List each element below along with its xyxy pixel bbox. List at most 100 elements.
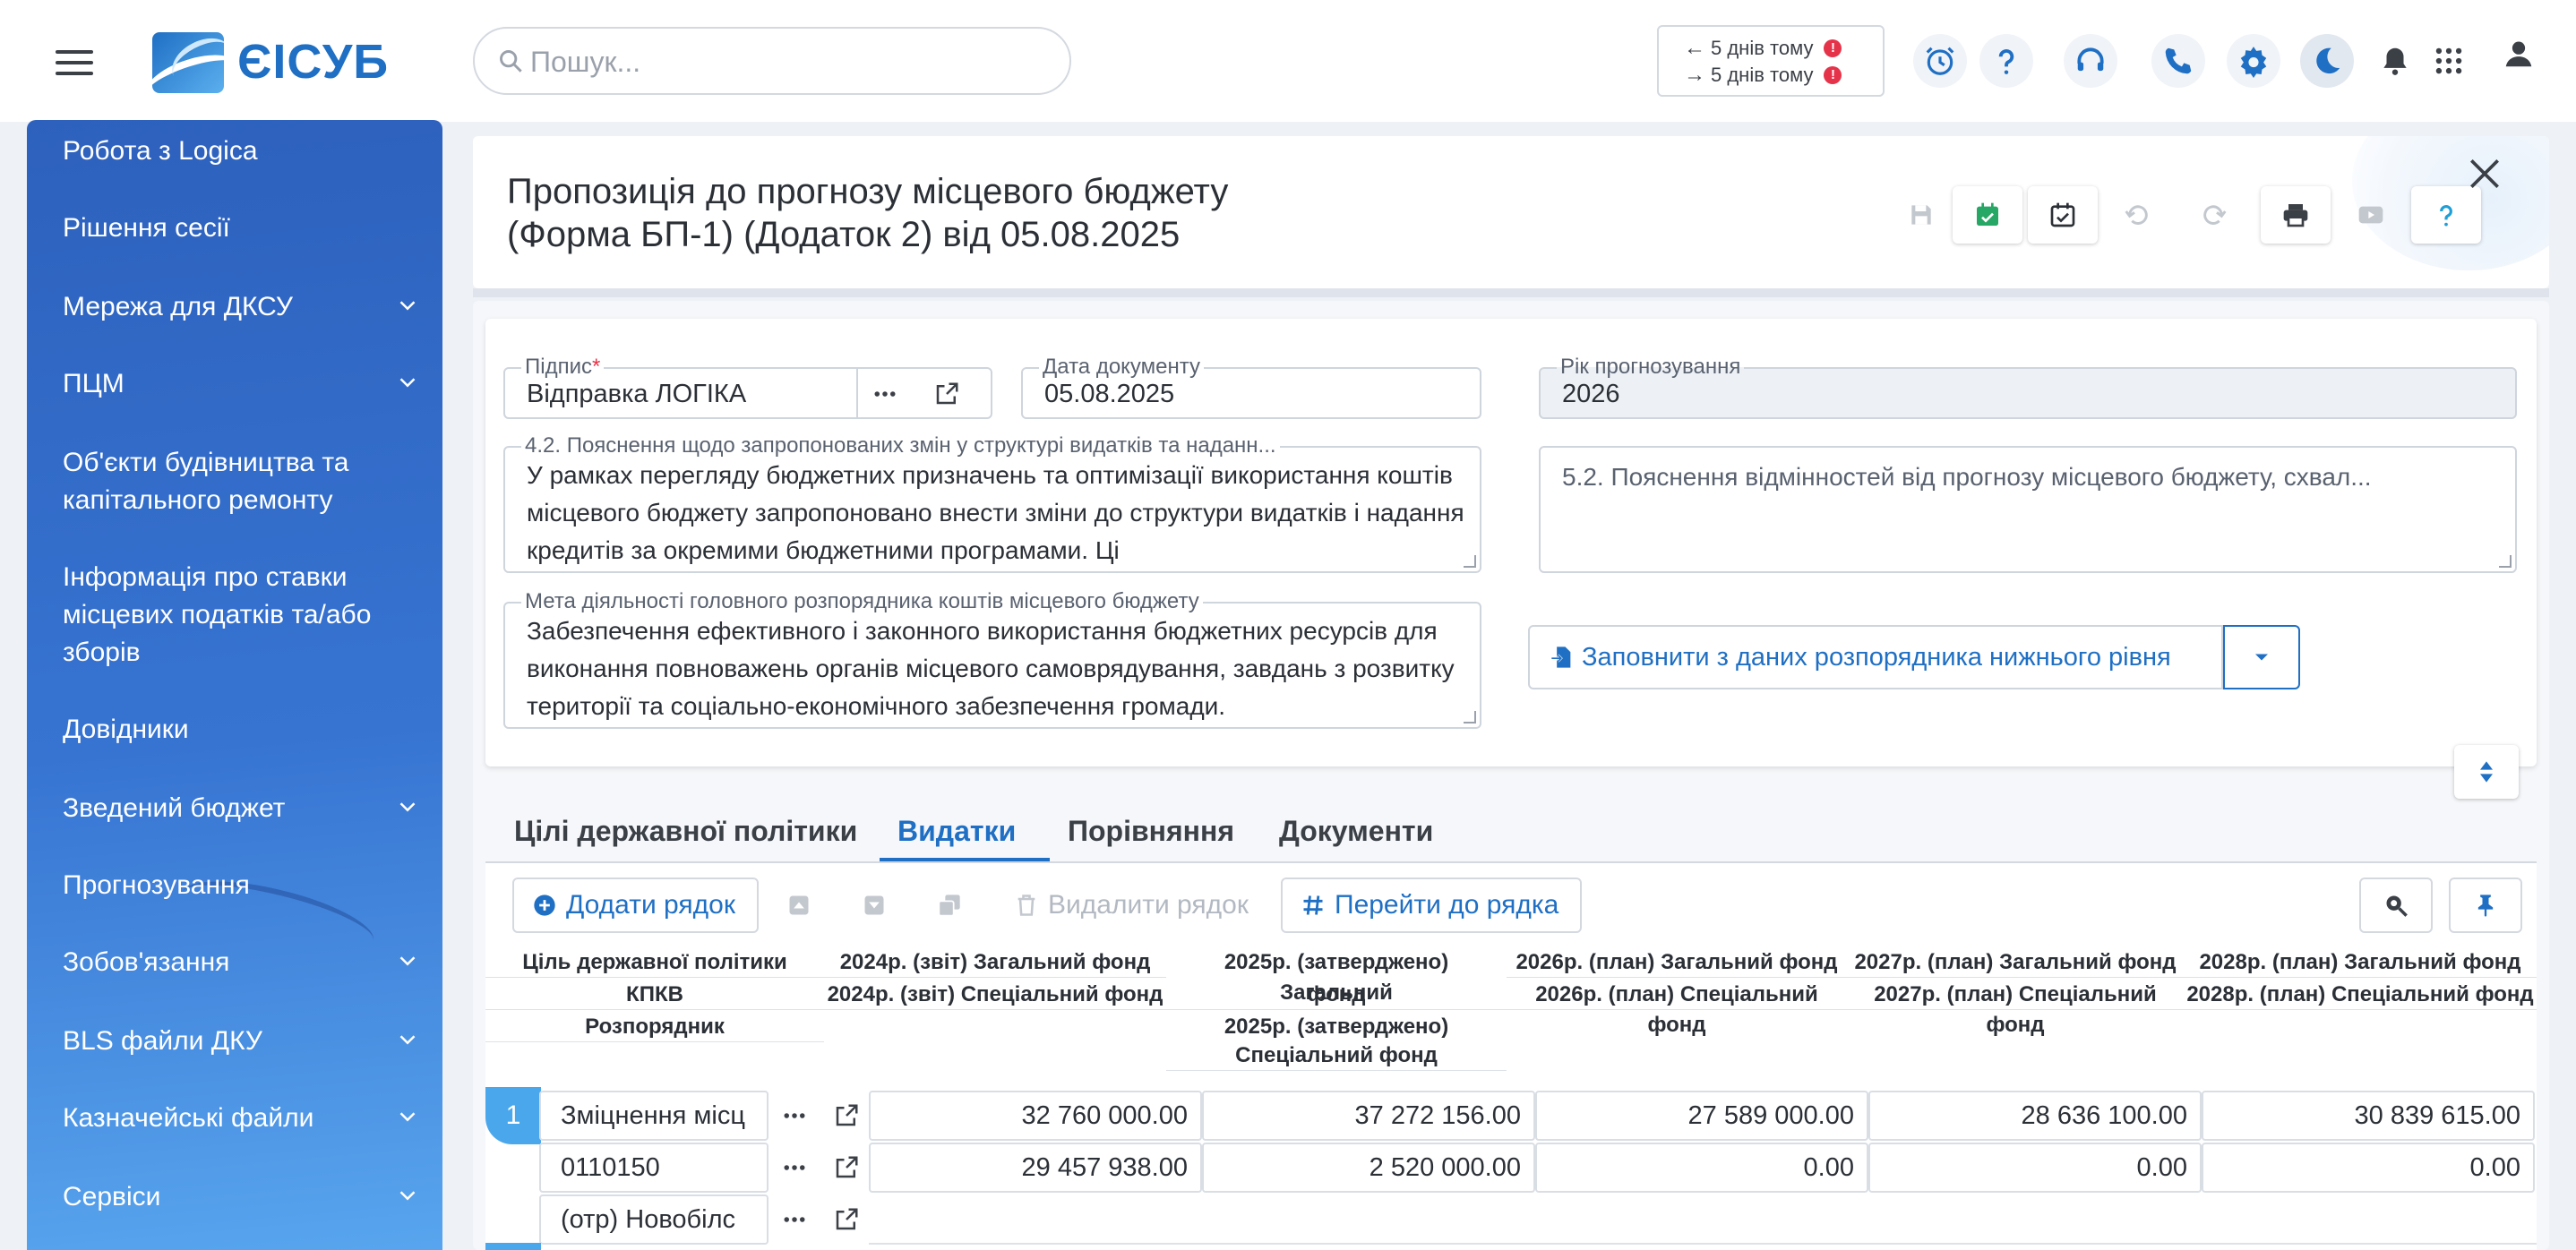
move-down-button[interactable]: [847, 878, 901, 933]
video-button[interactable]: [2336, 186, 2406, 244]
column-header[interactable]: Спеціальний фонд: [1166, 1040, 1507, 1071]
explanation-4-2-textarea[interactable]: 4.2. Пояснення щодо запропонованих змін …: [503, 433, 1481, 573]
phone-icon[interactable]: [2151, 34, 2205, 88]
search-grid-button[interactable]: [2359, 878, 2433, 933]
sync-status[interactable]: ← 5 днів тому ! → 5 днів тому !: [1657, 25, 1885, 97]
column-header[interactable]: 2024р. (звіт) Спеціальний фонд: [824, 980, 1166, 1010]
document-body: Підпис* Відправка ЛОГІКА Дата документу …: [473, 301, 2549, 1250]
goal-cell[interactable]: Зміцнення місц: [539, 1091, 769, 1141]
gear-icon[interactable]: [2227, 34, 2280, 88]
column-header[interactable]: 2024р. (звіт) Загальний фонд: [824, 947, 1166, 978]
column-header[interactable]: 2026р. (план) Спеціальний фонд: [1507, 980, 1847, 1037]
save-button[interactable]: [1886, 186, 1956, 244]
collapse-form-button[interactable]: [2454, 745, 2519, 799]
help-button[interactable]: [2411, 186, 2481, 244]
explanation-4-2-value: У рамках перегляду бюджетних призначень …: [527, 461, 1464, 564]
question-icon[interactable]: [1979, 34, 2033, 88]
general-fund-2027-cell[interactable]: 28 636 100.00: [1868, 1091, 2202, 1141]
print-button[interactable]: [2261, 186, 2331, 244]
undo-button[interactable]: [2103, 186, 2173, 244]
special-fund-2026-cell[interactable]: 0.00: [1535, 1143, 1868, 1193]
chevron-down-icon: [399, 301, 416, 311]
sidebar-item-construction[interactable]: Об'єкти будівництва та капітального ремо…: [63, 444, 421, 519]
column-header[interactable]: Розпорядник: [485, 1012, 824, 1042]
sidebar-item-consolidated-budget[interactable]: Зведений бюджет: [63, 790, 421, 827]
explanation-5-2-textarea[interactable]: 5.2. Пояснення відмінностей від прогнозу…: [1539, 446, 2517, 573]
logo-icon[interactable]: [152, 32, 224, 93]
sidebar-item-dksu-network[interactable]: Мережа для ДКСУ: [63, 288, 421, 326]
menu-icon[interactable]: [56, 50, 93, 75]
goal-open-button[interactable]: [820, 1091, 872, 1141]
pin-button[interactable]: [2449, 878, 2522, 933]
column-header[interactable]: 2025р. (затверджено): [1166, 1012, 1507, 1042]
signature-open-button[interactable]: [919, 369, 975, 419]
document-date-field[interactable]: Дата документу 05.08.2025: [1021, 355, 1481, 419]
sidebar-item-session-decisions[interactable]: Рішення сесії: [63, 210, 421, 247]
kpkv-select-button[interactable]: [769, 1143, 820, 1193]
tab-comparison[interactable]: Порівняння: [1068, 815, 1234, 848]
special-fund-2028-cell[interactable]: 0.00: [2202, 1143, 2535, 1193]
sidebar-item-treasury-files[interactable]: Казначейські файли: [63, 1100, 421, 1137]
activity-goal-textarea[interactable]: Мета діяльності головного розпорядника к…: [503, 589, 1481, 729]
column-header[interactable]: 2028р. (план) Спеціальний фонд: [2184, 980, 2537, 1010]
tab-expenditures[interactable]: Видатки: [897, 815, 1016, 848]
kpkv-cell[interactable]: 0110150: [539, 1143, 769, 1193]
sidebar-item-bls-files[interactable]: BLS файли ДКУ: [63, 1023, 421, 1060]
column-header[interactable]: 2025р. (затверджено) Загальний: [1166, 947, 1507, 1005]
fill-options-dropdown[interactable]: [2223, 625, 2300, 689]
signature-select-button[interactable]: [856, 369, 912, 419]
copy-row-button[interactable]: [923, 878, 976, 933]
resize-handle[interactable]: [2499, 555, 2512, 568]
general-fund-2025-cell[interactable]: 37 272 156.00: [1202, 1091, 1535, 1141]
redo-button[interactable]: [2178, 186, 2248, 244]
move-up-button[interactable]: [772, 878, 826, 933]
alarm-clock-icon[interactable]: [1913, 34, 1967, 88]
special-fund-2024-cell[interactable]: 29 457 938.00: [869, 1143, 1202, 1193]
column-header[interactable]: КПКВ: [485, 980, 824, 1010]
logo-text[interactable]: ЄІСУБ: [237, 34, 389, 90]
sidebar-item-obligations[interactable]: Зобов'язання: [63, 944, 421, 981]
general-fund-2028-cell[interactable]: 30 839 615.00: [2202, 1091, 2535, 1141]
fill-from-lower-level-button[interactable]: Заповнити з даних розпорядника нижнього …: [1528, 625, 2223, 689]
headset-icon[interactable]: [2064, 34, 2117, 88]
search-input[interactable]: [530, 41, 1050, 82]
save-and-approve-button[interactable]: [1953, 186, 2022, 244]
resize-handle[interactable]: [1464, 711, 1476, 723]
approve-button[interactable]: [2028, 186, 2098, 244]
delete-row-button[interactable]: Видалити рядок: [1014, 878, 1249, 933]
column-header[interactable]: 2027р. (план) Спеціальний фонд: [1845, 980, 2185, 1037]
signature-field[interactable]: Підпис* Відправка ЛОГІКА: [503, 355, 992, 419]
manager-cell[interactable]: (отр) Новобілс: [539, 1194, 769, 1245]
column-header[interactable]: 2026р. (план) Загальний фонд: [1507, 947, 1847, 978]
sidebar-item-services[interactable]: Сервіси: [63, 1178, 421, 1216]
row-number[interactable]: 1: [485, 1087, 541, 1144]
close-icon[interactable]: [2465, 154, 2504, 193]
kpkv-open-button[interactable]: [820, 1143, 872, 1193]
add-row-button[interactable]: Додати рядок: [512, 878, 759, 933]
manager-select-button[interactable]: [769, 1194, 820, 1245]
user-icon[interactable]: [2492, 27, 2546, 81]
general-fund-2026-cell[interactable]: 27 589 000.00: [1535, 1091, 1868, 1141]
column-header[interactable]: Ціль державної політики: [485, 947, 824, 978]
sidebar-item-pcm[interactable]: ПЦМ: [63, 365, 421, 403]
column-header[interactable]: 2027р. (план) Загальний фонд: [1845, 947, 2185, 978]
column-header[interactable]: 2028р. (план) Загальний фонд: [2184, 947, 2537, 978]
column-header[interactable]: фонд: [1166, 980, 1507, 1010]
goto-row-button[interactable]: Перейти до рядка: [1281, 878, 1583, 933]
chevron-down-icon: [399, 1035, 416, 1045]
bell-icon[interactable]: [2368, 34, 2422, 88]
general-fund-2024-cell[interactable]: 32 760 000.00: [869, 1091, 1202, 1141]
sidebar-item-references[interactable]: Довідники: [63, 711, 421, 749]
manager-open-button[interactable]: [820, 1194, 872, 1245]
tab-policy-goals[interactable]: Цілі державної політики: [514, 815, 857, 848]
sidebar-item-logica[interactable]: Робота з Logica: [63, 133, 421, 170]
resize-handle[interactable]: [1464, 555, 1476, 568]
goal-select-button[interactable]: [769, 1091, 820, 1141]
sidebar-item-tax-rates[interactable]: Інформація про ставки місцевих податків …: [63, 559, 421, 672]
special-fund-2027-cell[interactable]: 0.00: [1868, 1143, 2202, 1193]
moon-icon[interactable]: [2300, 34, 2354, 88]
apps-grid-icon[interactable]: [2422, 34, 2476, 88]
tab-documents[interactable]: Документи: [1279, 815, 1433, 848]
special-fund-2025-cell[interactable]: 2 520 000.00: [1202, 1143, 1535, 1193]
sidebar-item-forecasting[interactable]: Прогнозування: [63, 867, 421, 904]
